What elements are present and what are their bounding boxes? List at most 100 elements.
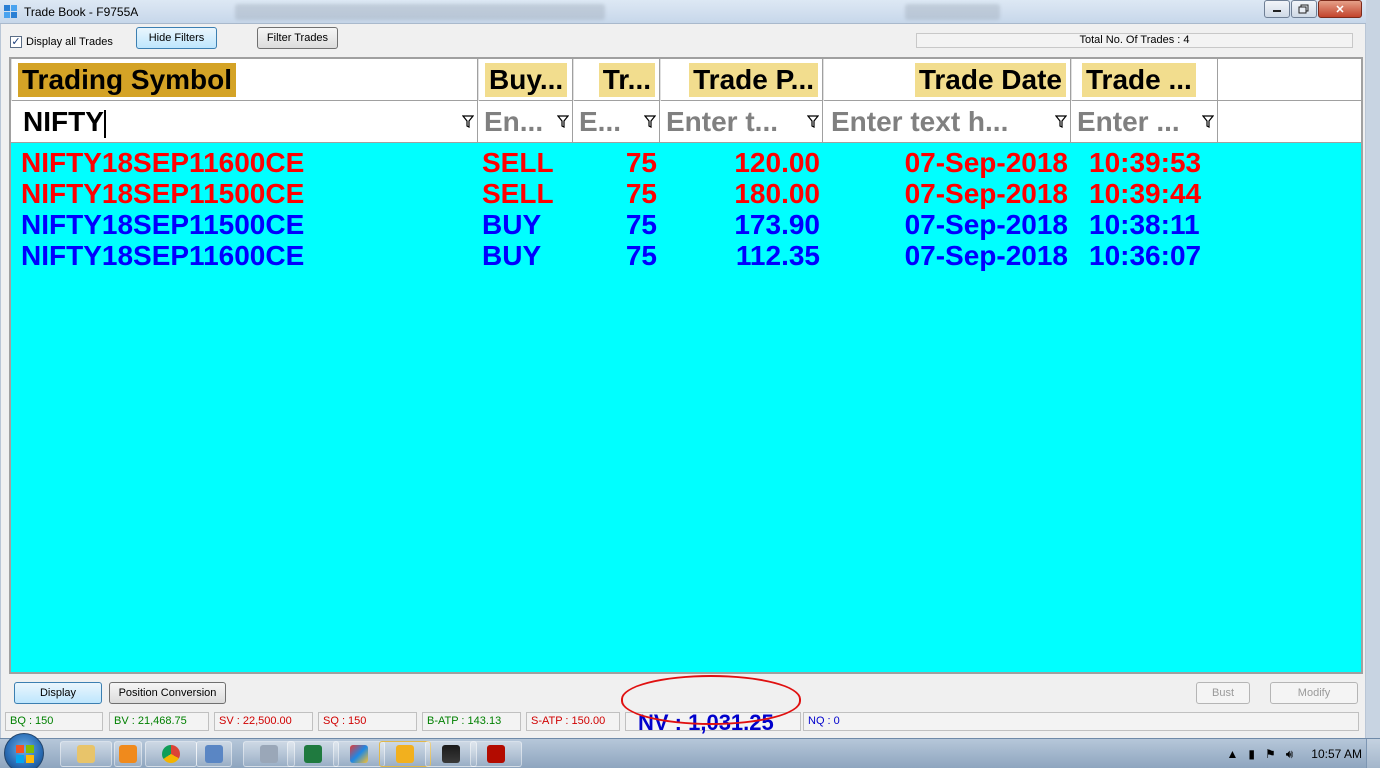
trading-app-icon xyxy=(396,745,414,763)
cell-date: 07-Sep-2018 xyxy=(904,147,1068,178)
cell-time: 10:36:07 xyxy=(1089,240,1202,271)
cell-qty: 75 xyxy=(625,240,657,271)
trade-date-filter-input[interactable]: Enter text h... xyxy=(831,103,1008,141)
taskbar-app-triangle[interactable] xyxy=(333,741,385,767)
modify-button[interactable]: Modify xyxy=(1270,682,1358,704)
maximize-button[interactable] xyxy=(1291,0,1317,18)
app-triangle-icon xyxy=(350,745,368,763)
table-row[interactable]: NIFTY18SEP11500CE BUY 75 173.90 07-Sep-2… xyxy=(11,209,1361,240)
filter-funnel-icon[interactable] xyxy=(462,115,474,129)
column-header-trade-date[interactable]: Trade Date xyxy=(823,59,1071,101)
taskbar-active-app[interactable] xyxy=(379,741,431,767)
system-tray: ▲ ▮ ⚑ 🔊︎ 10:57 AM xyxy=(1216,739,1362,768)
blurred-background-title xyxy=(235,4,605,20)
position-conversion-button[interactable]: Position Conversion xyxy=(109,682,226,704)
table-row[interactable]: NIFTY18SEP11500CE SELL 75 180.00 07-Sep-… xyxy=(11,178,1361,209)
folder-icon xyxy=(77,745,95,763)
status-bar: BQ : 150 BV : 21,468.75 SV : 22,500.00 S… xyxy=(5,711,1361,735)
display-all-label: Display all Trades xyxy=(26,36,113,48)
cell-symbol: NIFTY18SEP11500CE xyxy=(21,209,305,240)
window-icon xyxy=(205,745,223,763)
status-nq: NQ : 0 xyxy=(803,712,1359,731)
cell-symbol: NIFTY18SEP11500CE xyxy=(21,178,305,209)
column-header-trade-price[interactable]: Trade P... xyxy=(660,59,823,101)
cell-qty: 75 xyxy=(625,209,657,240)
cell-price: 120.00 xyxy=(734,147,820,178)
filter-funnel-icon[interactable] xyxy=(1202,115,1214,129)
column-header-trading-symbol[interactable]: Trading Symbol xyxy=(11,59,478,101)
trade-price-filter-input[interactable]: Enter t... xyxy=(666,103,778,141)
filter-cell-trade-price: Enter t... xyxy=(660,101,823,143)
trade-book-window: ✓ Display all Trades Hide Filters Filter… xyxy=(0,24,1366,738)
cell-date: 07-Sep-2018 xyxy=(904,240,1068,271)
symbol-filter-input[interactable]: NIFTY xyxy=(23,103,106,141)
filter-cell-symbol: NIFTY xyxy=(11,101,478,143)
taskbar-chrome[interactable] xyxy=(145,741,197,767)
status-nv-cell: NV : 1,031.25 xyxy=(625,711,801,735)
hide-filters-button[interactable]: Hide Filters xyxy=(136,27,217,49)
trade-time-filter-input[interactable]: Enter ... xyxy=(1077,103,1180,141)
calculator-icon xyxy=(260,745,278,763)
bottom-bar: Display Position Conversion Bust Modify xyxy=(1,678,1365,708)
cell-time: 10:39:53 xyxy=(1089,147,1202,178)
filter-trades-button[interactable]: Filter Trades xyxy=(257,27,338,49)
table-row[interactable]: NIFTY18SEP11600CE BUY 75 112.35 07-Sep-2… xyxy=(11,240,1361,271)
header-label: Tr... xyxy=(598,63,655,97)
taskbar-excel[interactable] xyxy=(287,741,339,767)
taskbar: ▲ ▮ ⚑ 🔊︎ 10:57 AM xyxy=(0,733,1380,768)
column-header-trade-time[interactable]: Trade ... xyxy=(1071,59,1218,101)
pdf-icon xyxy=(487,745,505,763)
trades-grid: Trading Symbol Buy... Tr... Trade P... T… xyxy=(9,57,1363,674)
status-bq: BQ : 150 xyxy=(5,712,103,731)
window-title: Trade Book - F9755A xyxy=(24,5,139,19)
cell-side: SELL xyxy=(482,147,554,178)
show-hidden-icons-icon[interactable]: ▲ xyxy=(1226,747,1238,761)
filter-funnel-icon[interactable] xyxy=(807,115,819,129)
cell-qty: 75 xyxy=(625,178,657,209)
trade-qty-filter-input[interactable]: E... xyxy=(579,103,621,141)
filter-row: NIFTY En... E... Enter t... Enter text h… xyxy=(11,101,1361,143)
cell-symbol: NIFTY18SEP11600CE xyxy=(21,240,305,271)
status-nv: NV : 1,031.25 xyxy=(638,710,774,735)
flag-icon[interactable]: ⚑ xyxy=(1265,747,1276,761)
filter-cell-trade-qty: E... xyxy=(573,101,660,143)
filter-funnel-icon[interactable] xyxy=(1055,115,1067,129)
minimize-icon xyxy=(1273,10,1281,12)
column-header-buy-sell[interactable]: Buy... xyxy=(478,59,573,101)
minimize-button[interactable] xyxy=(1264,0,1290,18)
volume-icon[interactable]: 🔊︎ xyxy=(1286,747,1294,762)
bust-button[interactable]: Bust xyxy=(1196,682,1250,704)
taskbar-window-switch[interactable] xyxy=(196,741,232,767)
cell-side: SELL xyxy=(482,178,554,209)
filter-funnel-icon[interactable] xyxy=(557,115,569,129)
chart-app-icon xyxy=(442,745,460,763)
text-caret xyxy=(103,109,106,138)
status-sq: SQ : 150 xyxy=(318,712,417,731)
restore-icon xyxy=(1298,4,1309,14)
close-button[interactable]: ✕ xyxy=(1318,0,1362,18)
taskbar-explorer[interactable] xyxy=(60,741,112,767)
cell-price: 112.35 xyxy=(735,240,820,271)
status-bv: BV : 21,468.75 xyxy=(109,712,209,731)
clock[interactable]: 10:57 AM xyxy=(1311,747,1362,761)
filter-cell-buy-sell: En... xyxy=(478,101,573,143)
table-row[interactable]: NIFTY18SEP11600CE SELL 75 120.00 07-Sep-… xyxy=(11,147,1361,178)
cell-date: 07-Sep-2018 xyxy=(904,209,1068,240)
show-desktop-button[interactable] xyxy=(1366,739,1380,768)
column-header-trade-qty[interactable]: Tr... xyxy=(573,59,660,101)
start-button[interactable] xyxy=(4,733,44,768)
taskbar-media-player[interactable] xyxy=(114,741,142,767)
display-button[interactable]: Display xyxy=(14,682,102,704)
excel-icon xyxy=(304,745,322,763)
cell-side: BUY xyxy=(482,240,542,271)
header-label: Trade ... xyxy=(1082,63,1196,97)
header-label: Buy... xyxy=(485,63,568,97)
buy-sell-filter-input[interactable]: En... xyxy=(484,103,543,141)
filter-funnel-icon[interactable] xyxy=(644,115,656,129)
cell-date: 07-Sep-2018 xyxy=(904,178,1068,209)
cell-time: 10:38:11 xyxy=(1089,209,1200,240)
taskbar-acrobat[interactable] xyxy=(470,741,522,767)
network-icon[interactable]: ▮ xyxy=(1248,747,1255,761)
status-sv: SV : 22,500.00 xyxy=(214,712,313,731)
display-all-checkbox[interactable]: ✓ xyxy=(10,36,22,48)
